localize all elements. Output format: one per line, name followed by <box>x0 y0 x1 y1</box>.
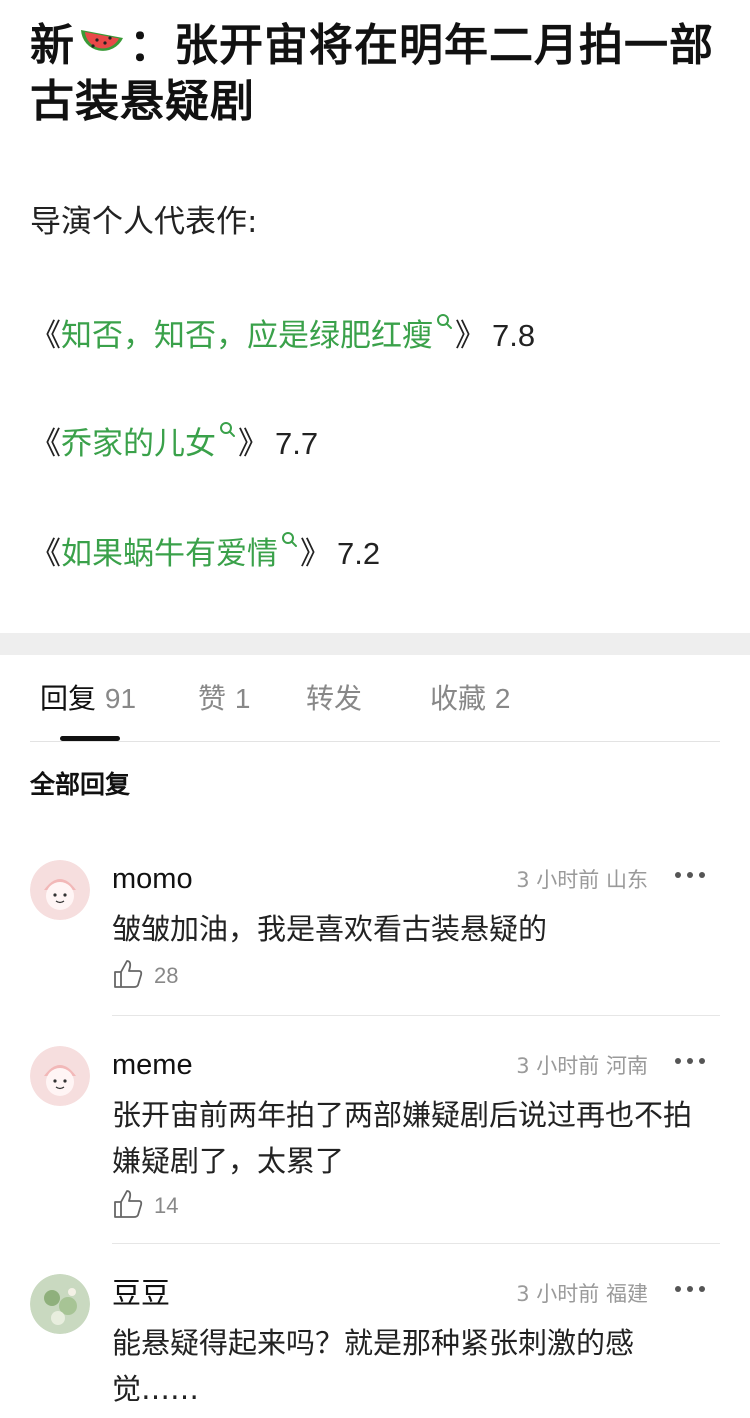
bracket-close: 》 <box>300 536 331 572</box>
comment-username[interactable]: 豆豆 <box>112 1274 170 1312</box>
work-link[interactable]: 如果蜗牛有爱情 <box>61 536 278 572</box>
comment-location: 河南 <box>606 1054 648 1078</box>
comment-divider <box>112 1015 720 1016</box>
like-count: 14 <box>154 1193 179 1218</box>
thumbs-up-icon <box>114 960 143 988</box>
avatar[interactable] <box>30 1046 90 1106</box>
tab-count: 2 <box>494 683 511 714</box>
comment-username[interactable]: momo <box>112 860 193 898</box>
work-link[interactable]: 知否，知否，应是绿肥红瘦 <box>61 318 433 354</box>
tab-label: 赞 <box>198 682 227 715</box>
like-button[interactable]: 14 <box>112 1188 202 1222</box>
comment-text: 张开宙前两年拍了两部嫌疑剧后说过再也不拍嫌疑剧了，太累了 <box>112 1098 693 1178</box>
post-title-rest: ：张开宙将在明年二月拍一部古装悬疑剧 <box>30 20 714 127</box>
tab-count: 1 <box>234 683 251 714</box>
tab-favorites[interactable]: 收藏 2 <box>430 681 511 717</box>
tabs-divider <box>30 741 720 742</box>
comment-divider <box>112 1243 720 1244</box>
comment-location: 福建 <box>606 1282 648 1306</box>
tab-label: 转发 <box>306 682 363 715</box>
more-options-icon[interactable] <box>672 1276 708 1302</box>
tab-likes[interactable]: 赞 1 <box>198 681 251 717</box>
interaction-tabs: 回复 91 赞 1 转发 收藏 2 <box>0 655 750 743</box>
work-item: 《知否，知否，应是绿肥红瘦》 7.8 <box>30 312 535 358</box>
section-divider <box>0 633 750 655</box>
comment-meta: 3 小时前 福建 <box>516 1280 648 1308</box>
work-score: 7.2 <box>337 536 381 571</box>
search-icon[interactable] <box>435 312 455 332</box>
work-score: 7.8 <box>492 318 536 353</box>
post-title: 新：张开宙将在明年二月拍一部古装悬疑剧 <box>30 18 720 130</box>
tab-count: 91 <box>104 683 137 714</box>
tab-label: 收藏 <box>430 682 487 715</box>
work-item: 《如果蜗牛有爱情》 7.2 <box>30 530 380 576</box>
tab-reposts[interactable]: 转发 <box>306 681 362 717</box>
intro-text: 导演个人代表作: <box>30 204 258 240</box>
search-icon[interactable] <box>280 530 300 550</box>
work-item: 《乔家的儿女》 7.7 <box>30 420 318 466</box>
thumbs-up-icon <box>114 1190 143 1218</box>
like-button[interactable]: 28 <box>112 958 202 992</box>
all-replies-heading: 全部回复 <box>30 770 131 799</box>
comment-text: 皱皱加油，我是喜欢看古装悬疑的 <box>112 912 548 946</box>
more-options-icon[interactable] <box>672 862 708 888</box>
avatar[interactable] <box>30 1274 90 1334</box>
comment-time: 3 小时前 <box>516 1282 600 1306</box>
work-link[interactable]: 乔家的儿女 <box>61 426 216 462</box>
bracket-close: 》 <box>238 426 269 462</box>
comment-time: 3 小时前 <box>516 868 600 892</box>
comment-text: 能悬疑得起来吗？就是那种紧张刺激的感觉…… <box>112 1326 635 1406</box>
comment-location: 山东 <box>606 868 648 892</box>
comment-time: 3 小时前 <box>516 1054 600 1078</box>
watermelon-icon <box>81 30 123 51</box>
comment-username[interactable]: meme <box>112 1046 193 1084</box>
more-options-icon[interactable] <box>672 1048 708 1074</box>
like-count: 28 <box>154 963 179 988</box>
tab-label: 回复 <box>40 682 97 715</box>
comment-meta: 3 小时前 河南 <box>516 1052 648 1080</box>
post-content: 新：张开宙将在明年二月拍一部古装悬疑剧 导演个人代表作: 《知否，知否，应是绿肥… <box>0 0 750 633</box>
search-icon[interactable] <box>218 420 238 440</box>
bracket-close: 》 <box>455 318 486 354</box>
bracket-open: 《 <box>30 318 61 354</box>
bracket-open: 《 <box>30 426 61 462</box>
work-score: 7.7 <box>275 426 319 461</box>
avatar[interactable] <box>30 860 90 920</box>
post-title-start: 新 <box>30 20 75 71</box>
bracket-open: 《 <box>30 536 61 572</box>
tab-replies[interactable]: 回复 91 <box>40 681 136 717</box>
comment-meta: 3 小时前 山东 <box>516 866 648 894</box>
